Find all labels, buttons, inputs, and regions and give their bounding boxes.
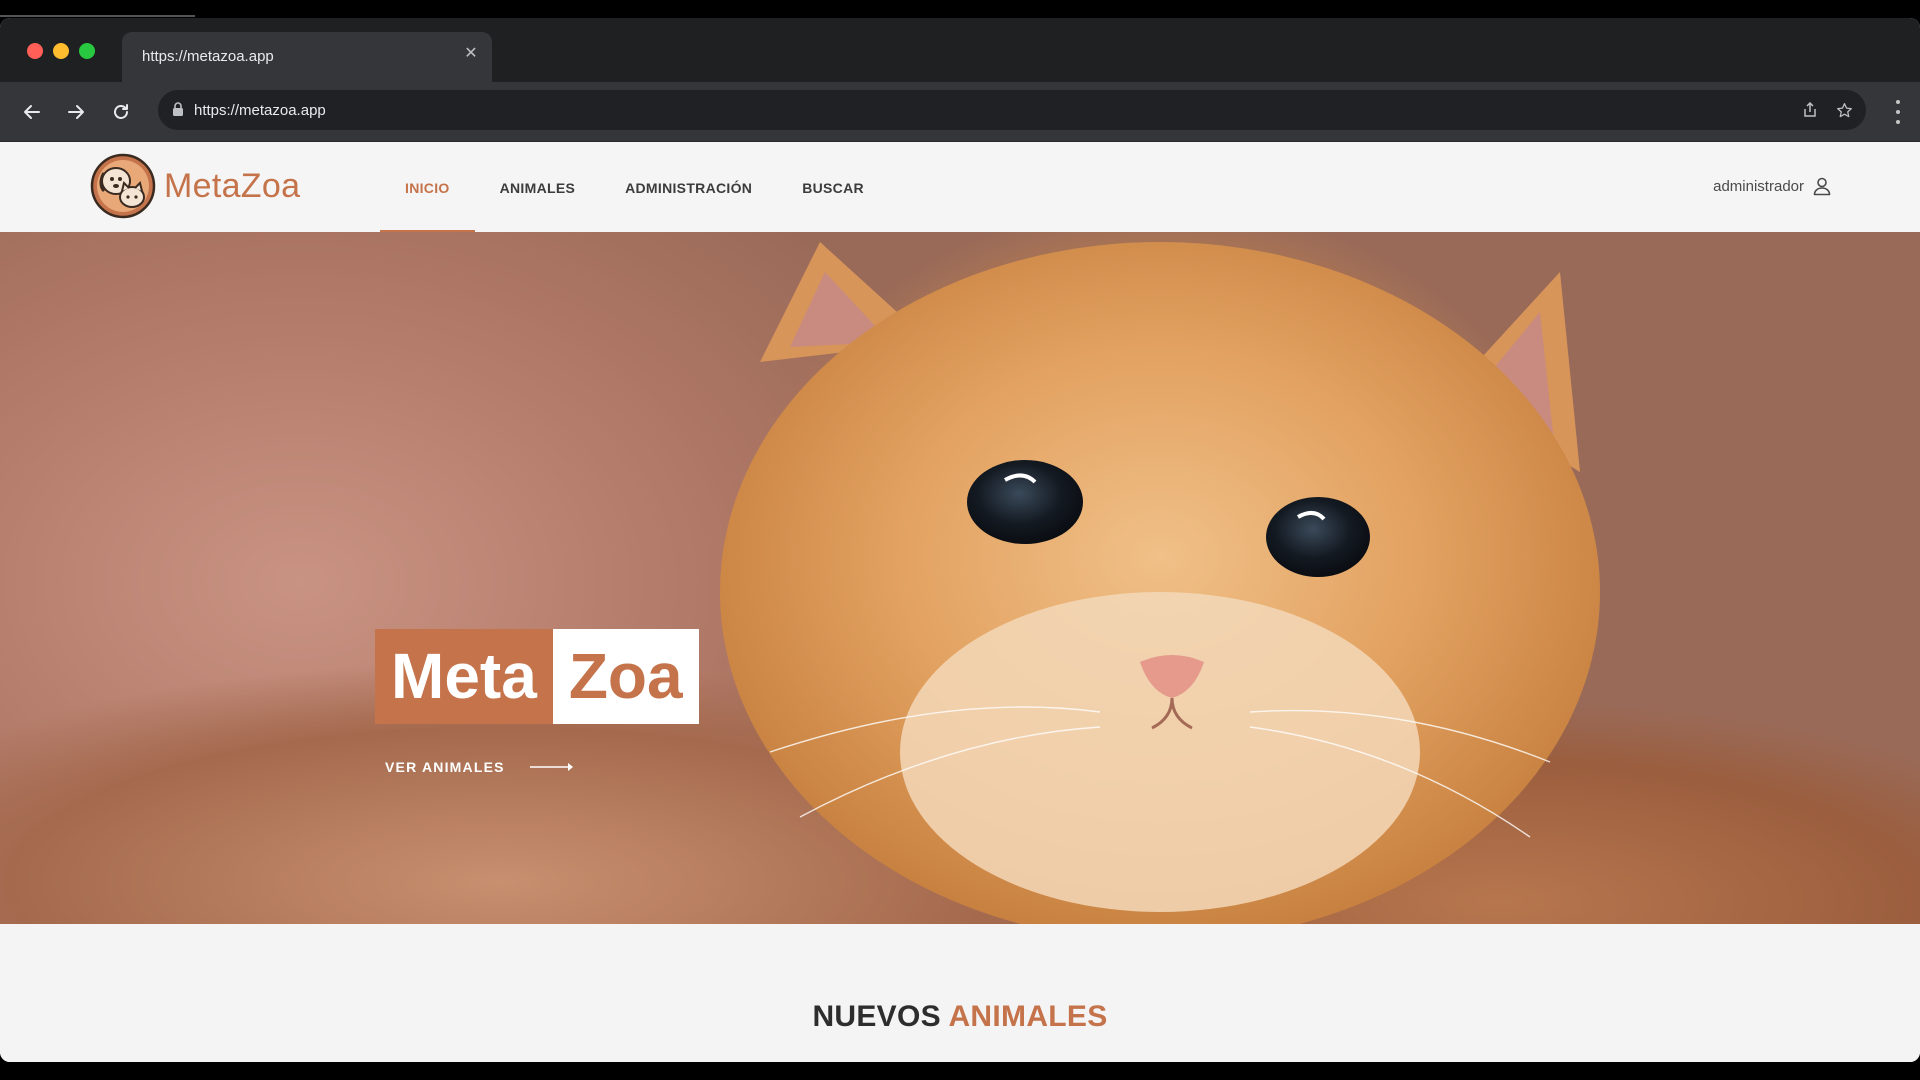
reload-icon [114, 104, 128, 119]
site-header: MetaZoa INICIO ANIMALES ADMINISTRACIÓN B… [0, 143, 1920, 232]
site-logo[interactable]: MetaZoa [90, 153, 300, 219]
top-edge-line [0, 15, 195, 17]
reload-button[interactable] [105, 96, 137, 128]
nav-item-buscar[interactable]: BUSCAR [777, 143, 889, 232]
back-button[interactable] [16, 96, 48, 128]
kitten-photo [720, 242, 1600, 924]
nav-item-inicio[interactable]: INICIO [380, 143, 475, 232]
bookmark-star-icon[interactable] [1834, 100, 1854, 120]
user-icon [1813, 177, 1831, 196]
forward-button[interactable] [60, 96, 92, 128]
arrow-right-long-icon [529, 763, 573, 771]
username: administrador [1713, 177, 1804, 195]
hero-banner: Meta Zoa VER ANIMALES [0, 232, 1920, 924]
tab-strip: https://metazoa.app ✕ [0, 18, 1920, 82]
hero-brand-meta: Meta [375, 629, 553, 724]
address-bar[interactable]: https://metazoa.app [158, 90, 1866, 130]
browser-window: https://metazoa.app ✕ https://metazoa.ap… [0, 18, 1920, 1062]
brand-name: MetaZoa [164, 166, 301, 205]
lock-icon [173, 102, 183, 116]
close-tab-icon[interactable]: ✕ [462, 45, 480, 63]
bottom-edge [0, 1062, 1920, 1080]
section-title-part1: NUEVOS [812, 1000, 941, 1033]
dog-cat-logo-icon [90, 153, 156, 219]
tab-title: https://metazoa.app [142, 48, 274, 65]
main-nav: INICIO ANIMALES ADMINISTRACIÓN BUSCAR [380, 143, 889, 232]
browser-toolbar: https://metazoa.app [0, 82, 1920, 142]
dot [1896, 100, 1900, 104]
section-title-part2: ANIMALES [948, 1000, 1108, 1033]
user-menu[interactable]: administrador [1713, 176, 1832, 196]
star-glyph [1836, 102, 1852, 117]
browser-tab[interactable]: https://metazoa.app ✕ [122, 32, 492, 82]
web-page: MetaZoa INICIO ANIMALES ADMINISTRACIÓN B… [0, 143, 1920, 1062]
arrow-right-icon [68, 105, 84, 119]
nav-item-animales[interactable]: ANIMALES [475, 143, 601, 232]
dot [1896, 120, 1900, 124]
close-window-button[interactable] [27, 43, 43, 59]
hero-brand-badge: Meta Zoa [375, 629, 699, 724]
nav-item-administracion[interactable]: ADMINISTRACIÓN [600, 143, 777, 232]
ver-animales-link[interactable]: VER ANIMALES [385, 759, 576, 775]
maximize-window-button[interactable] [79, 43, 95, 59]
screen: https://metazoa.app ✕ https://metazoa.ap… [0, 0, 1920, 1080]
minimize-window-button[interactable] [53, 43, 69, 59]
browser-menu-icon[interactable] [1894, 100, 1902, 124]
share-glyph [1804, 102, 1816, 117]
dot [1896, 110, 1900, 114]
share-icon[interactable] [1800, 100, 1820, 120]
arrow-left-icon [24, 105, 40, 119]
url-text: https://metazoa.app [194, 102, 326, 119]
hero-brand-zoa: Zoa [552, 629, 699, 724]
cta-label: VER ANIMALES [385, 759, 505, 775]
section-title: NUEVOS ANIMALES [0, 1000, 1920, 1034]
top-edge [0, 0, 1920, 18]
